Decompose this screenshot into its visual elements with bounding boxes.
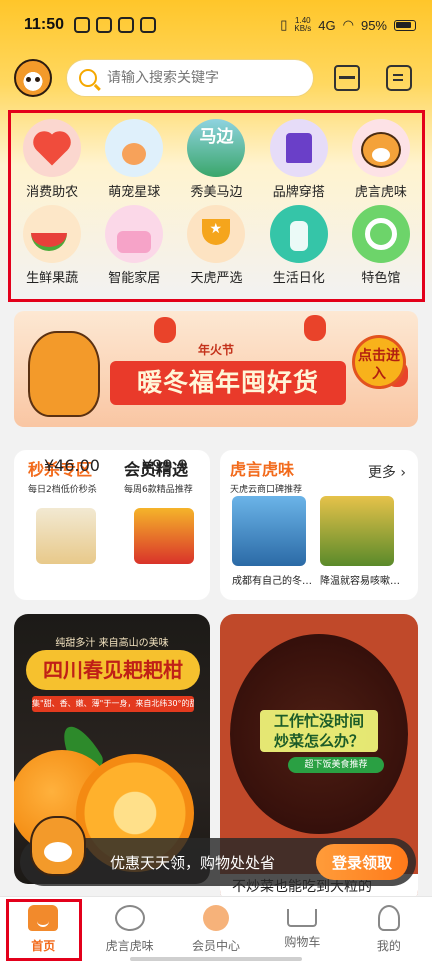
tiger-logo-icon[interactable]: [14, 59, 52, 97]
rice-product-image[interactable]: [36, 508, 96, 564]
feed-headline: 工作忙没时间 炒菜怎么办？: [260, 710, 378, 752]
tab-label: 我的: [376, 939, 401, 953]
huyan-section[interactable]: 虎言虎味 天虎云商口碑推荐: [230, 456, 322, 495]
category-label: 生鲜果蔬: [26, 271, 79, 286]
tab-vip[interactable]: 会员中心: [173, 897, 259, 964]
login-claim-button[interactable]: 登录领取: [316, 844, 408, 880]
category-label: 虎言虎味: [354, 185, 407, 200]
category-item[interactable]: 马边 秀美马边: [175, 119, 257, 205]
tab-cart[interactable]: 购物车: [259, 897, 345, 964]
promo-card-right: 虎言虎味 天虎云商口碑推荐 更多 › 成都有自己的冬… 降温就容易咳嗽…: [220, 450, 418, 600]
huyan-subtitle: 天虎云商口碑推荐: [230, 485, 303, 495]
tiger-mascot-image: [28, 331, 100, 417]
more-link[interactable]: 更多 ›: [368, 462, 406, 482]
tab-label: 虎言虎味: [105, 939, 154, 953]
lantern-icon: [154, 317, 176, 343]
tiger-face-icon: [351, 119, 410, 177]
huyan-thumb-2[interactable]: [320, 496, 394, 566]
category-item[interactable]: 智能家居: [93, 205, 175, 291]
login-promo-bar: 优惠天天领，购物处处省 登录领取: [20, 816, 416, 886]
category-item[interactable]: 生活日化: [258, 205, 340, 291]
bottle-icon: [269, 205, 328, 263]
search-bar[interactable]: [66, 59, 314, 97]
category-item[interactable]: 虎言虎味: [340, 119, 422, 205]
vip-icon: [203, 905, 230, 931]
huyan-thumb-1[interactable]: [232, 496, 306, 566]
cart-icon: [287, 909, 318, 927]
seckill-price: ¥46.00: [44, 456, 100, 475]
profile-icon: [377, 905, 400, 931]
battery-icon: [394, 19, 416, 31]
smart-home-icon: [105, 205, 164, 263]
status-right: ▯ 1.40 KB/s 4G ◠ 95%: [280, 17, 416, 33]
promo-card-left: 秒杀专区 每日2档低价秒杀 ¥46.00 会员精选 每周6款精品推荐 ¥99.9: [14, 450, 210, 600]
signal-4g-icon: 4G: [318, 17, 336, 33]
paw-notification-icon: [140, 17, 157, 33]
huyan-title: 虎言虎味: [230, 460, 295, 479]
app-notification-icon: [96, 17, 113, 33]
badge-icon: [351, 205, 410, 263]
category-item[interactable]: 消费助农: [11, 119, 93, 205]
category-item[interactable]: 特色馆: [340, 205, 422, 291]
tiger-mascot-icon: [30, 816, 86, 876]
banner-headline: 暖冬福年囤好货: [110, 361, 346, 405]
category-label: 品牌穿搭: [272, 185, 325, 200]
notification-icons: [74, 17, 157, 33]
trophy-icon: [187, 205, 246, 263]
category-grid: 消费助农 萌宠星球 马边 秀美马边 品牌穿搭 虎言虎味 生鲜果蔬 智能家居 天虎: [11, 113, 422, 291]
seckill-subtitle: 每日2档低价秒杀: [28, 485, 97, 495]
category-item[interactable]: 生鲜果蔬: [11, 205, 93, 291]
category-label: 秀美马边: [190, 185, 243, 200]
app-header: [0, 56, 432, 100]
category-item[interactable]: 品牌穿搭: [258, 119, 340, 205]
tiktok-notification-icon: [118, 17, 135, 33]
category-label: 天虎严选: [190, 271, 243, 286]
search-icon: [79, 69, 97, 87]
tab-label: 购物车: [284, 935, 321, 949]
home-indicator[interactable]: [130, 957, 302, 961]
category-label: 消费助农: [26, 185, 79, 200]
member-subtitle: 每周6款精品推荐: [124, 485, 193, 495]
wifi-icon: ◠: [342, 17, 354, 32]
gift-box-product-image[interactable]: [134, 508, 194, 564]
tab-profile[interactable]: 我的: [346, 897, 432, 964]
category-label: 萌宠星球: [108, 185, 161, 200]
status-bar: 11:50 ▯ 1.40 KB/s 4G ◠ 95%: [0, 0, 432, 50]
tab-label: 会员中心: [192, 939, 241, 953]
lantern-icon: [304, 315, 326, 341]
paw-icon: [105, 119, 164, 177]
category-label: 特色馆: [361, 271, 401, 286]
category-label: 生活日化: [272, 271, 325, 286]
message-icon[interactable]: [386, 65, 412, 91]
scan-icon[interactable]: [334, 65, 360, 91]
feed-small-text: 纯甜多汁 来自高山の美味: [55, 638, 169, 649]
feed-tag: 超下饭美食推荐: [288, 757, 384, 773]
feed-subtitle: 集"甜、香、嫩、薄"于一身，来自北纬30°的甜蜜: [32, 696, 194, 712]
status-time: 11:50: [24, 16, 65, 33]
feed-title: 四川春见耙耙柑: [26, 650, 200, 690]
category-item[interactable]: 天虎严选: [175, 205, 257, 291]
heart-hands-icon: [23, 119, 82, 177]
tiger-icon: [114, 905, 145, 931]
network-speed: 1.40 KB/s: [294, 16, 312, 33]
search-input[interactable]: [107, 70, 287, 86]
category-label: 智能家居: [108, 271, 161, 286]
vibrate-icon: ▯: [280, 17, 288, 32]
category-panel: 消费助农 萌宠星球 马边 秀美马边 品牌穿搭 虎言虎味 生鲜果蔬 智能家居 天虎: [8, 110, 425, 302]
banner-enter-button[interactable]: 点击进入: [352, 335, 406, 389]
category-item[interactable]: 萌宠星球: [93, 119, 175, 205]
gallery-notification-icon: [74, 17, 91, 33]
battery-percent: 95%: [360, 17, 387, 33]
home-tab-highlight: [6, 899, 82, 961]
promo-banner[interactable]: 年火节 暖冬福年囤好货 点击进入: [14, 311, 418, 427]
watermelon-icon: [23, 205, 82, 263]
mabian-map-icon: 马边: [187, 119, 246, 177]
login-promo-text: 优惠天天领，购物处处省: [110, 854, 276, 872]
banner-tagline: 年火节: [198, 343, 235, 357]
huyan-caption-1: 成都有自己的冬…: [232, 576, 312, 587]
tab-huyan[interactable]: 虎言虎味: [86, 897, 172, 964]
huyan-caption-2: 降温就容易咳嗽…: [320, 576, 400, 587]
shirt-icon: [269, 119, 328, 177]
